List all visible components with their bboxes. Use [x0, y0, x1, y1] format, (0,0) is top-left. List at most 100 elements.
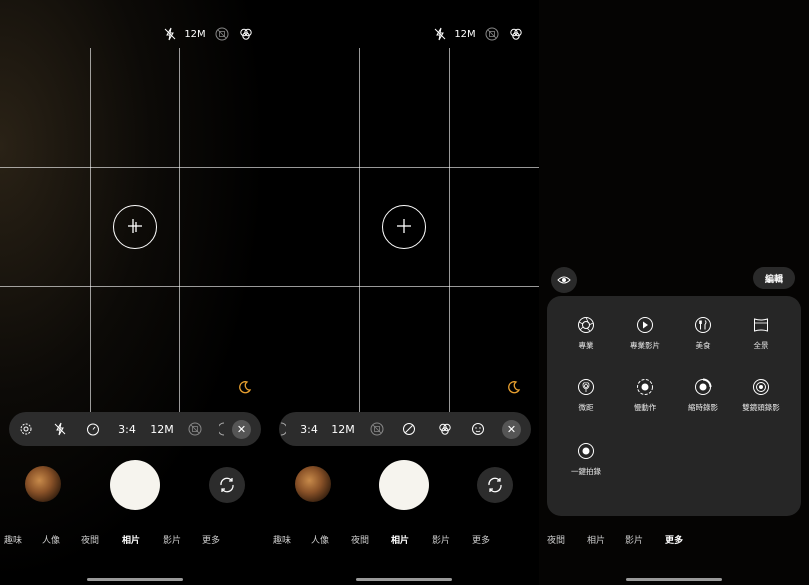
eye-icon — [557, 276, 571, 284]
mode-portrait[interactable]: 人像 — [311, 533, 329, 546]
exposure-icon[interactable] — [400, 412, 418, 446]
close-toolbar-button[interactable]: ✕ — [502, 420, 521, 439]
mode-item-slow-motion[interactable]: 慢動作 — [614, 378, 676, 418]
focus-ring[interactable] — [382, 205, 426, 249]
utensils-icon — [695, 317, 711, 333]
grid-line-horizontal — [0, 286, 269, 287]
grid-line-vertical — [449, 48, 450, 412]
switch-camera-button[interactable] — [477, 467, 513, 503]
quick-settings-toolbar: 3:4 12M ✕ — [9, 412, 261, 446]
timer-icon[interactable] — [84, 412, 102, 446]
resolution-indicator[interactable]: 12M — [454, 26, 476, 42]
resolution-indicator[interactable]: 12M — [184, 26, 206, 42]
mode-item-label: 縮時錄影 — [688, 403, 718, 412]
mode-fun[interactable]: 趣味 — [273, 533, 291, 546]
mode-more[interactable]: 更多 — [472, 533, 490, 546]
switch-camera-button[interactable] — [209, 467, 245, 503]
timelapse-icon — [695, 378, 712, 395]
flash-off-icon[interactable] — [162, 26, 178, 42]
home-indicator[interactable] — [87, 578, 183, 581]
aspect-ratio-button[interactable]: 3:4 — [115, 412, 139, 446]
night-mode-moon-icon[interactable] — [238, 379, 252, 398]
panorama-icon — [754, 318, 768, 332]
home-indicator[interactable] — [626, 578, 722, 581]
grid-line-vertical — [90, 48, 91, 412]
mode-item-label: 全景 — [753, 341, 769, 350]
motion-photo-off-icon[interactable] — [368, 412, 386, 446]
shutter-button[interactable] — [110, 460, 160, 510]
close-toolbar-button[interactable]: ✕ — [232, 420, 251, 439]
mode-item-label: 雙鏡頭錄影 — [742, 403, 780, 412]
motion-photo-off-icon[interactable] — [186, 412, 204, 446]
more-options-icon[interactable] — [217, 412, 227, 446]
flower-icon — [578, 379, 594, 395]
grid-line-horizontal — [0, 167, 269, 168]
switch-camera-icon — [220, 477, 234, 493]
face-effects-icon[interactable] — [469, 412, 487, 446]
settings-gear-icon[interactable] — [17, 412, 35, 446]
mode-photo[interactable]: 相片 — [391, 533, 409, 546]
filter-icon[interactable] — [436, 412, 454, 446]
mode-item-label: 專業 — [578, 341, 594, 350]
grid-line-horizontal — [269, 286, 539, 287]
top-bar: 12M — [269, 26, 539, 42]
gallery-thumbnail[interactable] — [25, 466, 61, 502]
motion-photo-off-icon[interactable] — [214, 26, 230, 42]
filter-icon[interactable] — [238, 26, 254, 42]
more-modes-screen: 編輯 專業 專業影片 美食 全景 微距 慢動作 縮時錄影 雙鏡頭錄影 一鍵拍錄 … — [539, 0, 809, 585]
mode-night[interactable]: 夜間 — [351, 533, 369, 546]
grid-line-vertical — [179, 48, 180, 412]
mode-video[interactable]: 影片 — [432, 533, 450, 546]
mode-portrait[interactable]: 人像 — [42, 533, 60, 546]
mode-item-dual-record[interactable]: 雙鏡頭錄影 — [730, 378, 792, 418]
mode-item-label: 美食 — [695, 341, 711, 350]
top-bar: 12M — [0, 26, 269, 42]
focus-crosshair-icon — [397, 219, 411, 233]
mode-item-timelapse[interactable]: 縮時錄影 — [672, 378, 734, 418]
flash-off-icon[interactable] — [51, 412, 69, 446]
slow-motion-icon — [637, 379, 653, 395]
mode-selector: 趣味 人像 夜間 相片 影片 更多 — [0, 533, 269, 547]
single-take-icon — [578, 443, 594, 459]
focus-crosshair-icon — [128, 219, 142, 233]
mode-night[interactable]: 夜間 — [547, 533, 565, 546]
mode-item-label: 微距 — [578, 403, 594, 412]
home-indicator[interactable] — [356, 578, 452, 581]
resolution-button[interactable]: 12M — [150, 412, 174, 446]
gallery-thumbnail[interactable] — [295, 466, 331, 502]
camera-screen-1: 12M 3:4 12M ✕ 趣味 人像 夜間 相片 影片 更多 — [0, 0, 269, 585]
dual-record-icon — [753, 379, 769, 395]
more-modes-sheet: 專業 專業影片 美食 全景 微距 慢動作 縮時錄影 雙鏡頭錄影 一鍵拍錄 — [547, 296, 801, 516]
mode-fun[interactable]: 趣味 — [4, 533, 22, 546]
mode-item-pro[interactable]: 專業 — [555, 316, 617, 356]
quick-settings-toolbar: 3:4 12M ✕ — [279, 412, 531, 446]
mode-item-single-take[interactable]: 一鍵拍錄 — [555, 442, 617, 482]
grid-line-vertical — [359, 48, 360, 412]
mode-selector: 夜間 相片 影片 更多 — [539, 533, 809, 547]
mode-item-label: 一鍵拍錄 — [571, 467, 601, 476]
mode-photo[interactable]: 相片 — [587, 533, 605, 546]
preview-toggle-button[interactable] — [551, 267, 577, 293]
mode-item-pro-video[interactable]: 專業影片 — [614, 316, 676, 356]
flash-off-icon[interactable] — [432, 26, 448, 42]
mode-photo[interactable]: 相片 — [122, 533, 140, 546]
night-mode-moon-icon[interactable] — [507, 379, 521, 398]
mode-item-panorama[interactable]: 全景 — [730, 316, 792, 356]
mode-more[interactable]: 更多 — [665, 533, 683, 546]
mode-item-macro[interactable]: 微距 — [555, 378, 617, 418]
mode-item-label: 慢動作 — [633, 403, 657, 412]
edit-button[interactable]: 編輯 — [753, 267, 795, 289]
motion-photo-off-icon[interactable] — [484, 26, 500, 42]
shutter-button[interactable] — [379, 460, 429, 510]
focus-ring[interactable] — [113, 205, 157, 249]
mode-selector: 趣味 人像 夜間 相片 影片 更多 — [269, 533, 539, 547]
aspect-ratio-button[interactable]: 3:4 — [297, 412, 321, 446]
resolution-button[interactable]: 12M — [331, 412, 355, 446]
filter-icon[interactable] — [508, 26, 524, 42]
mode-video[interactable]: 影片 — [625, 533, 643, 546]
mode-more[interactable]: 更多 — [202, 533, 220, 546]
mode-item-food[interactable]: 美食 — [672, 316, 734, 356]
scroll-edge-icon — [279, 412, 287, 446]
mode-night[interactable]: 夜間 — [81, 533, 99, 546]
mode-video[interactable]: 影片 — [163, 533, 181, 546]
